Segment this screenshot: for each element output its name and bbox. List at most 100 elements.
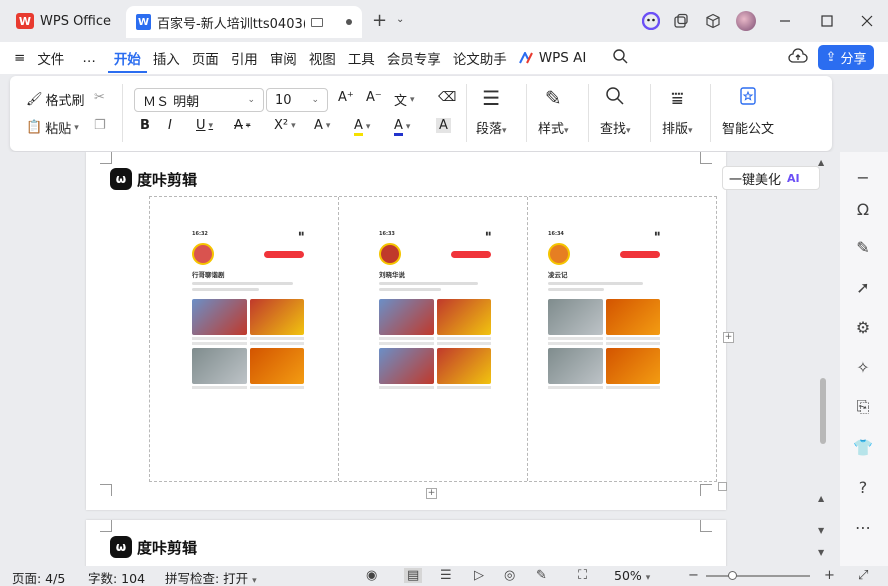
strikethrough-button[interactable]: A ▾	[234, 118, 250, 133]
menu-page[interactable]: 页面	[186, 48, 225, 68]
shirt-icon[interactable]: 👕	[852, 436, 874, 458]
magic-wand-icon[interactable]: ✧	[852, 356, 874, 378]
phone-screenshot[interactable]: 16:34 ▮▮ 凌云记	[548, 231, 660, 481]
italic-button[interactable]: I	[168, 118, 172, 133]
play-icon[interactable]: ▷	[474, 568, 484, 583]
wps-ai-face-icon[interactable]	[640, 10, 662, 32]
menu-file[interactable]: 文件	[31, 48, 70, 68]
format-painter-button[interactable]: 🖌 格式刷	[26, 90, 85, 109]
unsaved-dot-icon[interactable]	[346, 19, 352, 25]
maximize-icon[interactable]	[816, 10, 838, 32]
vertical-scrollbar[interactable]: ▲ ▲ ▼ ▼	[818, 158, 826, 558]
chevron-down-icon[interactable]: ⌄	[396, 14, 404, 25]
clear-format-icon[interactable]: ⌫	[438, 90, 456, 105]
spellcheck-toggle[interactable]: 拼写检查: 打开 ▾	[165, 568, 257, 586]
image-table[interactable]: 16:32 ▮▮ 行哥聊谐剧 16:33 ▮▮ 刘晓华说 16:34 ▮▮ 凌云…	[149, 196, 717, 482]
style-button[interactable]: ✎ 样式▾	[538, 86, 569, 137]
fullscreen-icon[interactable]: ⤢	[858, 568, 868, 583]
share-button[interactable]: ⇪ 分享	[818, 45, 874, 70]
web-view-icon[interactable]: ◎	[504, 568, 515, 583]
cursor-select-icon[interactable]: ➚	[852, 276, 874, 298]
zoom-slider[interactable]	[706, 575, 810, 577]
paste-button[interactable]: 📋 粘贴 ▾	[26, 118, 79, 137]
new-tab-plus-icon[interactable]: +	[372, 10, 387, 31]
one-click-beautify-button[interactable]: 一键美化 AI	[722, 166, 820, 190]
user-avatar[interactable]	[735, 10, 757, 32]
page-indicator[interactable]: 页面: 4/5	[12, 568, 65, 586]
menu-review[interactable]: 审阅	[264, 48, 303, 68]
document-page[interactable]: ω 度咔剪辑	[86, 520, 726, 566]
phone-screenshot[interactable]: 16:33 ▮▮ 刘晓华说	[379, 231, 491, 481]
scroll-up-icon[interactable]: ▲	[818, 494, 824, 503]
find-button[interactable]: 查找▾	[600, 86, 631, 137]
scroll-down-icon[interactable]: ▼	[818, 548, 824, 557]
font-name-select[interactable]: ＭＳ 明朝 ⌄	[134, 88, 264, 112]
hamburger-icon[interactable]: ≡	[0, 50, 31, 66]
more-icon[interactable]: ⋯	[852, 516, 874, 538]
layout-button[interactable]: ⩸ 排版▾	[662, 86, 693, 137]
page-view-icon[interactable]: ▤	[404, 568, 423, 583]
font-color-button[interactable]: A ▾	[394, 118, 410, 136]
layout-label: 排版	[662, 122, 689, 137]
table-cell[interactable]: 16:32 ▮▮ 行哥聊谐剧	[150, 197, 339, 481]
scroll-up-icon[interactable]: ▲	[818, 158, 824, 167]
text-effect-button[interactable]: A ▾	[314, 118, 330, 133]
phone-screenshot[interactable]: 16:32 ▮▮ 行哥聊谐剧	[192, 231, 304, 481]
eye-icon[interactable]: ◉	[366, 568, 377, 583]
app-home-tab[interactable]: W WPS Office	[8, 6, 119, 36]
fit-page-icon[interactable]: ⛶	[578, 568, 587, 583]
omega-symbol-icon[interactable]: Ω	[852, 198, 874, 220]
menu-view[interactable]: 视图	[303, 48, 342, 68]
close-icon[interactable]	[856, 10, 878, 32]
sliders-icon[interactable]: ⚙	[852, 316, 874, 338]
add-column-handle[interactable]: +	[723, 332, 734, 343]
scrollbar-thumb[interactable]	[820, 378, 826, 444]
font-size-select[interactable]: 10 ⌄	[266, 88, 328, 112]
superscript-button[interactable]: X² ▾	[274, 118, 296, 133]
cloud-upload-icon[interactable]	[788, 48, 808, 70]
add-row-handle[interactable]: +	[426, 488, 437, 499]
pen-icon[interactable]: ✎	[852, 236, 874, 258]
menu-thesis[interactable]: 论文助手	[447, 48, 513, 68]
table-cell[interactable]: 16:33 ▮▮ 刘晓华说	[339, 197, 528, 481]
menu-references[interactable]: 引用	[225, 48, 264, 68]
help-icon[interactable]: ?	[852, 476, 874, 498]
shrink-font-button[interactable]: A⁻	[366, 90, 382, 105]
outline-view-icon[interactable]: ☰	[440, 568, 452, 583]
document-page[interactable]: ω 度咔剪辑 16:32 ▮▮ 行哥聊谐剧 16:33 ▮▮ 刘晓华说 16:3…	[86, 152, 734, 510]
bold-button[interactable]: B	[140, 118, 150, 133]
zoom-out-icon[interactable]: −	[688, 568, 699, 583]
menu-member[interactable]: 会员专享	[381, 48, 447, 68]
smart-doc-button[interactable]: 智能公文	[722, 86, 774, 137]
table-cell[interactable]: 16:34 ▮▮ 凌云记	[528, 197, 716, 481]
minimize-icon[interactable]	[774, 10, 796, 32]
window-switch-icon[interactable]	[670, 10, 692, 32]
document-canvas[interactable]: ω 度咔剪辑 16:32 ▮▮ 行哥聊谐剧 16:33 ▮▮ 刘晓华说 16:3…	[0, 152, 840, 566]
paragraph-button[interactable]: ☰ 段落▾	[476, 86, 507, 137]
menu-tools[interactable]: 工具	[342, 48, 381, 68]
pinyin-button[interactable]: 文 ▾	[394, 90, 415, 109]
collapse-icon[interactable]: −	[852, 166, 874, 188]
menu-wps-ai[interactable]: WPS AI	[513, 50, 593, 66]
zoom-level[interactable]: 50% ▾	[614, 568, 650, 583]
doc-review-icon[interactable]: ⎘	[852, 396, 874, 418]
grow-font-button[interactable]: A⁺	[338, 90, 354, 105]
zoom-in-icon[interactable]: +	[824, 568, 835, 583]
word-count[interactable]: 字数: 104	[88, 568, 145, 586]
menu-insert[interactable]: 插入	[147, 48, 186, 68]
highlight-button[interactable]: A ▾	[354, 118, 370, 136]
copy-icon[interactable]: ❐	[94, 118, 106, 133]
scroll-down-icon[interactable]: ▼	[818, 526, 824, 535]
document-tab[interactable]: W 百家号-新人培训tts0403(3)	[126, 6, 362, 38]
zoom-slider-knob[interactable]	[728, 571, 737, 580]
caption-line	[379, 342, 434, 345]
char-shading-button[interactable]: A	[436, 118, 451, 133]
table-resize-handle[interactable]	[718, 482, 727, 491]
pen-annotate-icon[interactable]: ✎	[536, 568, 547, 583]
underline-button[interactable]: U ▾	[196, 118, 213, 133]
menu-more[interactable]: …	[70, 50, 108, 66]
cube-icon[interactable]	[702, 10, 724, 32]
search-icon[interactable]	[592, 48, 634, 68]
menu-home[interactable]: 开始	[107, 48, 147, 73]
cut-icon[interactable]: ✂	[94, 90, 105, 105]
